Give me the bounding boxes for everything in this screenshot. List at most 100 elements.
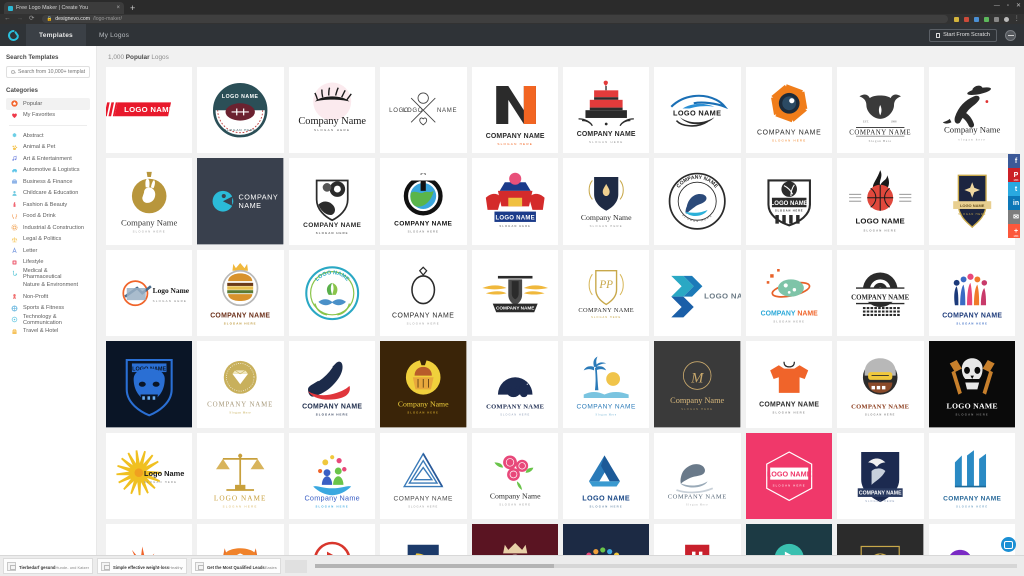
logo-tile[interactable]: LOGO NAME SLOGAN HERE — [197, 432, 284, 520]
sidebar-item-lifestyle[interactable]: Lifestyle — [6, 257, 90, 269]
extension-icon-1[interactable] — [953, 16, 959, 22]
sidebar-item-art-entertainment[interactable]: Art & Entertainment — [6, 153, 90, 165]
logo-tile[interactable]: LOGO NAME — [654, 67, 741, 154]
sidebar-item-business-finance[interactable]: Business & Finance — [6, 176, 90, 188]
logo-tile[interactable]: LOGO NAME SLOGAN HERE — [928, 158, 1015, 245]
logo-tile[interactable]: COMPANY NAMESLOGAN HERE — [471, 67, 558, 154]
logo-tile[interactable]: LOGO NAME SLOGAN HERE — [197, 67, 284, 154]
logo-tile[interactable]: COMPANY NAME — [837, 249, 924, 337]
logo-tile[interactable]: COMPANY NAMESLOGAN HERE — [471, 341, 558, 428]
new-tab-icon[interactable]: + — [130, 3, 135, 13]
logo-tile[interactable]: LOGO NAME — [106, 67, 193, 154]
extension-icon-4[interactable] — [983, 16, 989, 22]
logo-tile[interactable]: LOGO NAME SLOGAN HERE — [563, 432, 650, 520]
ad-card[interactable]: Simple effective weight-lossHealthy meal… — [97, 558, 187, 574]
page-scrollbar[interactable] — [1020, 46, 1024, 562]
browser-menu-icon[interactable]: ⋮ — [1014, 15, 1021, 23]
logo-tile[interactable]: EST. 1988 COMPANY NAME Slogan Here — [837, 67, 924, 154]
logo-tile[interactable]: Company Name SLOGAN HERE — [563, 158, 650, 245]
logo-tile[interactable]: LOGO NAME SLOGAN HERE — [745, 432, 833, 520]
logo-tile[interactable]: LOGO NAME SLOGAN HERE — [745, 158, 833, 245]
logo-tile[interactable]: PP COMPANY NAME SLOGAN HERE — [563, 249, 650, 337]
ad-card[interactable]: Tierbedarf gesundHunde- und Katzenfutter — [3, 558, 93, 574]
ad-card[interactable]: Get the Most Qualified LeadsEasiest Lead… — [191, 558, 281, 574]
logo-tile[interactable]: COMPANY NAMESLOGAN HERE — [288, 158, 376, 245]
logo-tile[interactable]: Company Name SLOGAN HERE — [288, 67, 376, 154]
extension-icon-5[interactable] — [993, 16, 999, 22]
ad-scrollbar[interactable] — [315, 564, 1017, 568]
sidebar-item-letter[interactable]: Letter — [6, 245, 90, 257]
minimize-icon[interactable]: — — [994, 3, 1000, 9]
sidebar-item-abstract[interactable]: Abstract — [6, 130, 90, 142]
logo-tile[interactable]: COMPANY NAMESLOGAN HERE — [837, 432, 924, 520]
profile-icon[interactable] — [1003, 16, 1009, 22]
sidebar-item-travel-hotel[interactable]: Travel & Hotel — [6, 326, 90, 338]
avatar[interactable] — [1005, 29, 1016, 41]
logo-tile[interactable]: COMPANY NAMESLOGAN HERE — [745, 249, 833, 337]
logo-tile[interactable]: COMPANY NAMESLOGAN HERE — [380, 249, 467, 337]
window-close-icon[interactable]: ✕ — [1016, 2, 1021, 9]
logo-tile[interactable]: LOGO NAME — [288, 249, 376, 337]
logo-tile[interactable]: COMPANY NAMESLOGAN HERE — [837, 341, 924, 428]
sidebar-item-non-profit[interactable]: Non-Profit — [6, 291, 90, 303]
logo-tile[interactable]: COMPANY NAMESLOGAN HERE — [197, 249, 284, 337]
extension-icon-2[interactable] — [963, 16, 969, 22]
sidebar-item-popular[interactable]: Popular — [6, 98, 90, 110]
sidebar-item-legal-politics[interactable]: Legal & Politics — [6, 234, 90, 246]
logo-tile[interactable]: LOGO NAME — [106, 341, 193, 428]
sidebar-item-medical-pharmaceutical[interactable]: Medical & Pharmaceutical — [6, 268, 90, 280]
maximize-icon[interactable]: ▫ — [1007, 3, 1009, 9]
logo-tile[interactable]: Company Name slogan here — [928, 67, 1015, 154]
logo-tile[interactable]: LOGO NAME — [654, 249, 741, 337]
extension-icon-3[interactable] — [973, 16, 979, 22]
logo-tile[interactable]: COMPANY NAME — [197, 158, 284, 245]
search-box[interactable] — [6, 66, 90, 78]
sidebar-item-nature-environment[interactable]: Nature & Environment — [6, 280, 90, 292]
logo-tile[interactable]: COMPANY NAME Slogan Here — [197, 341, 284, 428]
logo-tile[interactable]: COMPANY NAMESLOGAN HERE — [928, 432, 1015, 520]
logo-tile[interactable]: Company Name SLOGAN HERE — [106, 158, 193, 245]
forward-icon[interactable]: → — [17, 15, 24, 23]
sidebar-item-fashion-beauty[interactable]: Fashion & Beauty — [6, 199, 90, 211]
sidebar-item-animal-pet[interactable]: Animal & Pet — [6, 142, 90, 154]
logo-tile[interactable]: COMPANY NAME Slogan Here — [654, 432, 741, 520]
back-icon[interactable]: ← — [4, 15, 11, 23]
logo-tile[interactable]: Logo Name SLOGAN HERE — [106, 249, 193, 337]
logo-tile[interactable]: COMPANY NAMESLOGAN HERE — [745, 341, 833, 428]
address-bar[interactable]: 🔒 designevo.com/logo-maker/ — [42, 15, 948, 23]
logo-tile[interactable]: Company Name SLOGAN HERE — [288, 432, 376, 520]
logo-tile[interactable]: M Company Name SLOGAN HERE — [654, 341, 741, 428]
browser-tab[interactable]: Free Logo Maker | Create You × — [4, 2, 124, 14]
close-icon[interactable]: × — [116, 5, 120, 11]
logo-tile[interactable]: COMPANY NAMESLOGAN HERE — [380, 158, 467, 245]
search-input[interactable] — [18, 69, 85, 75]
start-from-scratch-button[interactable]: Start From Scratch — [929, 28, 997, 42]
logo-tile[interactable]: LOGO NAME LOGO — [380, 67, 467, 154]
brand-logo[interactable] — [0, 24, 26, 46]
logo-tile[interactable]: LOGO NAME SLOGAN HERE — [928, 341, 1015, 428]
tab-templates[interactable]: Templates — [26, 24, 86, 46]
sidebar-item-industrial-construction[interactable]: Industrial & Construction — [6, 222, 90, 234]
chat-support-button[interactable] — [1001, 537, 1016, 552]
sidebar-item-sports-fitness[interactable]: Sports & Fitness — [6, 303, 90, 315]
sidebar-item-childcare-education[interactable]: Childcare & Education — [6, 188, 90, 200]
logo-tile[interactable]: COMPANY NAME Slogan Here — [563, 341, 650, 428]
sidebar-item-my-favorites[interactable]: My Favorites — [6, 110, 90, 122]
reload-icon[interactable]: ⟳ — [29, 15, 34, 23]
tab-my-logos[interactable]: My Logos — [86, 24, 142, 46]
logo-tile[interactable]: COMPANY NAMESLOGAN HERE — [654, 158, 741, 245]
logo-tile[interactable]: COMPANY NAMESLOGAN HERE — [745, 67, 833, 154]
logo-tile[interactable]: Company Name SLOGAN HERE — [471, 432, 558, 520]
logo-tile[interactable]: LOGO NAME SLOGAN HERE — [471, 158, 558, 245]
sidebar-item-automotive-logistics[interactable]: Automotive & Logistics — [6, 165, 90, 177]
logo-tile[interactable]: COMPANY NAMESLOGAN HERE — [928, 249, 1015, 337]
sidebar-item-food-drink[interactable]: Food & Drink — [6, 211, 90, 223]
logo-tile[interactable]: Logo Name SLOGAN HERE — [106, 432, 193, 520]
logo-tile[interactable]: COMPANY NAME — [471, 249, 558, 337]
sidebar-item-technology-communication[interactable]: Technology & Communication — [6, 314, 90, 326]
logo-tile[interactable]: Company Name SLOGAN HERE — [380, 341, 467, 428]
logo-tile[interactable]: COMPANY NAMESLOGAN HERE — [563, 67, 650, 154]
logo-tile[interactable]: COMPANY NAMESLOGAN HERE — [380, 432, 467, 520]
logo-tile[interactable]: COMPANY NAMESLOGAN HERE — [288, 341, 376, 428]
logo-tile[interactable]: LOGO NAME SLOGAN HERE — [837, 158, 924, 245]
